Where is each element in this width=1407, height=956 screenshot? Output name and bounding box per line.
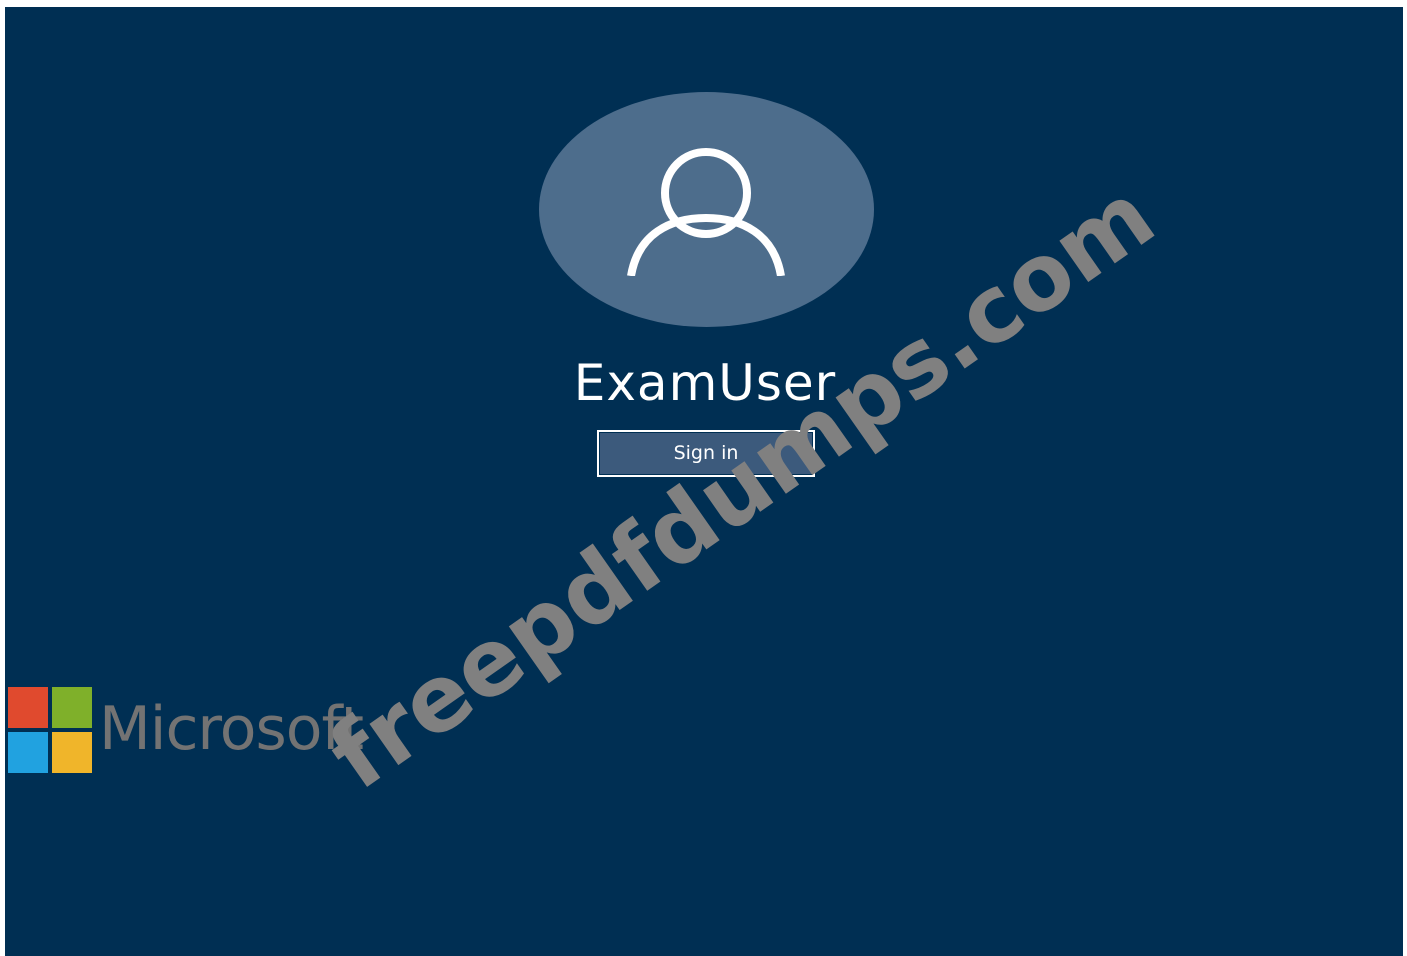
user-avatar — [539, 92, 874, 327]
microsoft-wordmark: Microsoft — [99, 694, 364, 764]
user-icon — [627, 148, 785, 276]
logo-green-square — [52, 687, 92, 728]
logo-blue-square — [8, 732, 48, 773]
lock-screen: ExamUser Sign in Microsoft freepdfdumps.… — [5, 7, 1403, 956]
logo-yellow-square — [52, 732, 92, 773]
microsoft-logo-icon — [8, 687, 93, 773]
account-username: ExamUser — [573, 354, 837, 412]
logo-red-square — [8, 687, 48, 728]
sign-in-button[interactable]: Sign in — [597, 430, 815, 477]
